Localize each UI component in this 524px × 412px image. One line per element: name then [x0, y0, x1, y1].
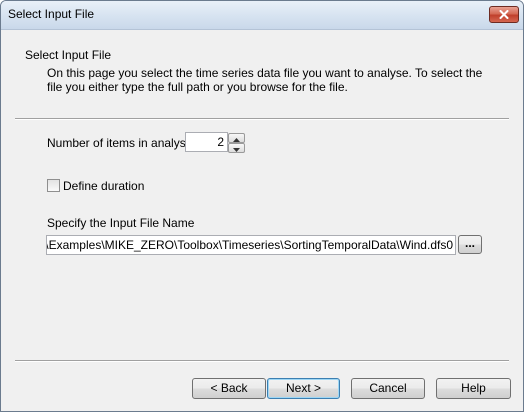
input-file-path-value: E Zero\Examples\MIKE_ZERO\Toolbox\Timese… — [46, 238, 453, 252]
back-button[interactable]: < Back — [192, 378, 266, 399]
items-count-stepper — [228, 132, 245, 153]
items-count-label: Number of items in analysis — [47, 136, 195, 150]
bottom-divider — [15, 360, 509, 362]
input-file-label: Specify the Input File Name — [47, 216, 195, 230]
input-file-path-field[interactable]: E Zero\Examples\MIKE_ZERO\Toolbox\Timese… — [46, 235, 456, 255]
next-button[interactable]: Next > — [267, 378, 340, 399]
close-button[interactable] — [489, 6, 519, 23]
define-duration-label[interactable]: Define duration — [63, 179, 144, 193]
close-icon — [499, 10, 509, 19]
window-title: Select Input File — [8, 7, 95, 21]
dialog-window: Select Input File Select Input File On t… — [0, 0, 524, 412]
page-description: On this page you select the time series … — [47, 66, 483, 94]
cancel-button[interactable]: Cancel — [351, 378, 425, 399]
spin-down-button[interactable] — [228, 143, 245, 153]
help-button[interactable]: Help — [436, 378, 511, 399]
title-bar[interactable]: Select Input File — [1, 1, 523, 30]
spin-down-arrow-icon — [233, 141, 240, 155]
items-count-input[interactable]: 2 — [185, 132, 228, 152]
top-divider — [15, 118, 509, 120]
browse-button[interactable]: ... — [458, 235, 482, 254]
page-heading: Select Input File — [25, 48, 112, 62]
define-duration-checkbox[interactable] — [47, 179, 60, 192]
